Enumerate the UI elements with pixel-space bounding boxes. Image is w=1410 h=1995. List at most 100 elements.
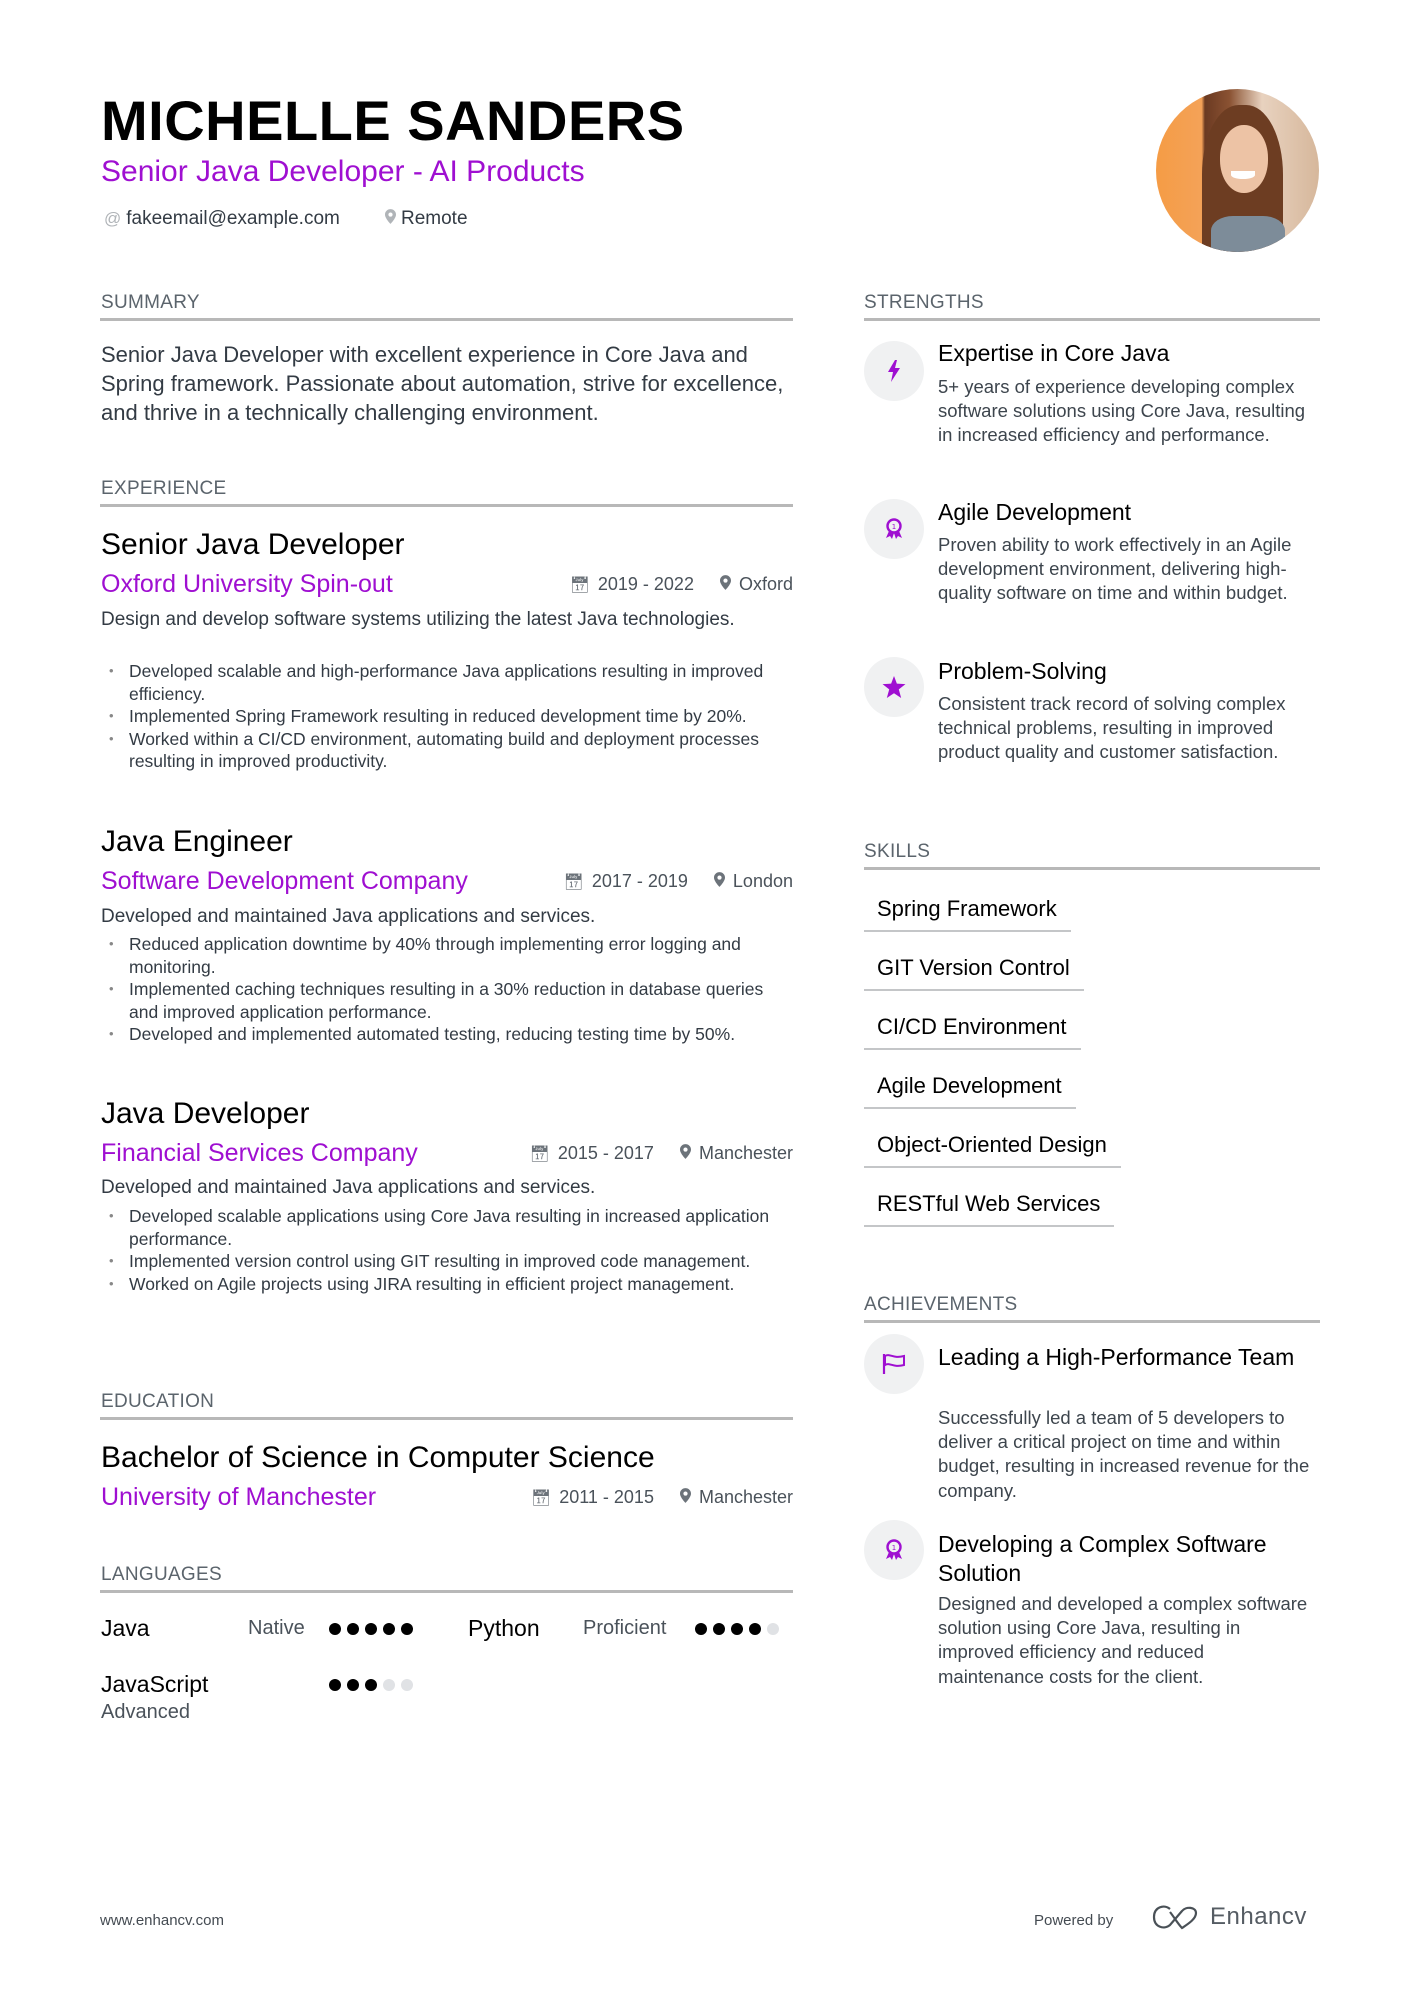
skill-tag: Object-Oriented Design: [864, 1132, 1121, 1168]
rating-dot-filled: [383, 1623, 395, 1635]
skill-tag: RESTful Web Services: [864, 1191, 1115, 1227]
languages-divider: [100, 1590, 793, 1593]
job-description: Design and develop software systems util…: [101, 609, 735, 630]
job-dates: 2015 - 2017: [557, 1143, 654, 1163]
achievements-heading: ACHIEVEMENTS: [864, 1294, 1018, 1315]
job-location: London: [732, 871, 793, 891]
enhancv-brand-text: Enhancv: [1210, 1903, 1307, 1930]
rating-dot-filled: [365, 1679, 377, 1691]
job-bullet: Developed and implemented automated test…: [101, 1023, 791, 1046]
achievement-description: Successfully led a team of 5 developers …: [938, 1407, 1310, 1501]
rating-dot-filled: [365, 1623, 377, 1635]
language-rating: [329, 1679, 413, 1691]
job-bullet: Implemented version control using GIT re…: [101, 1250, 791, 1273]
language-rating: [695, 1623, 779, 1635]
rating-dot-filled: [695, 1623, 707, 1635]
skill-tag: Spring Framework: [864, 896, 1071, 932]
education-dates: 2011 - 2015: [559, 1487, 654, 1507]
language-level: Native: [248, 1617, 305, 1639]
rating-dot-filled: [401, 1623, 413, 1635]
languages-heading: LANGUAGES: [101, 1564, 222, 1585]
enhancv-logo-icon: [1152, 1905, 1198, 1930]
rating-dot-filled: [731, 1623, 743, 1635]
rating-dot-filled: [347, 1679, 359, 1691]
rating-dot-empty: [767, 1623, 779, 1635]
strength-description: 5+ years of experience developing comple…: [938, 376, 1306, 446]
achievements-divider: [864, 1320, 1320, 1323]
location-text: Remote: [401, 208, 468, 229]
job-bullet: Reduced application downtime by 40% thro…: [101, 933, 791, 978]
job-bullets: Developed scalable applications using Co…: [101, 1205, 791, 1295]
email-text: fakeemail@example.com: [126, 208, 340, 229]
job-description: Developed and maintained Java applicatio…: [101, 906, 596, 927]
strength-description: Consistent track record of solving compl…: [938, 693, 1286, 763]
contact-location: Remote: [385, 208, 468, 230]
strengths-divider: [864, 318, 1320, 321]
language-name: JavaScript: [101, 1671, 209, 1697]
skill-tag: CI/CD Environment: [864, 1014, 1081, 1050]
language-level: Advanced: [101, 1701, 190, 1723]
job-bullet: Implemented Spring Framework resulting i…: [101, 705, 791, 728]
flag-icon: [864, 1334, 924, 1394]
website-link[interactable]: www.enhancv.com: [100, 1912, 224, 1929]
job-title: Senior Java Developer: [101, 528, 405, 561]
job-title: Java Engineer: [101, 825, 293, 858]
job-bullet: Developed scalable applications using Co…: [101, 1205, 791, 1250]
education-heading: EDUCATION: [101, 1391, 215, 1412]
job-bullets: Reduced application downtime by 40% thro…: [101, 933, 791, 1046]
map-pin-icon: [719, 574, 731, 595]
skill-tag: Agile Development: [864, 1073, 1076, 1109]
achievement-title: Leading a High-Performance Team: [938, 1344, 1295, 1370]
rating-dot-filled: [713, 1623, 725, 1635]
job-meta: 📅︎ 2015 - 2017 Manchester: [400, 1143, 793, 1164]
star-icon: [864, 657, 924, 717]
rating-dot-filled: [347, 1623, 359, 1635]
job-dates: 2019 - 2022: [597, 574, 694, 594]
lightning-bolt-icon: [864, 341, 924, 401]
job-bullets: Developed scalable and high-performance …: [101, 660, 791, 773]
job-meta: 📅︎ 2017 - 2019 London: [400, 871, 793, 892]
skills-heading: SKILLS: [864, 841, 931, 862]
language-level: Proficient: [583, 1617, 667, 1639]
achievement-description: Designed and developed a complex softwar…: [938, 1593, 1308, 1687]
rating-dot-empty: [383, 1679, 395, 1691]
job-location: Manchester: [698, 1143, 793, 1163]
school-name: University of Manchester: [101, 1483, 377, 1511]
education-divider: [100, 1417, 793, 1420]
language-rating: [329, 1623, 413, 1635]
language-name: Python: [468, 1615, 540, 1641]
achievement-title: Developing a Complex Software Solution: [938, 1531, 1267, 1586]
job-bullet: Implemented caching techniques resulting…: [101, 978, 791, 1023]
contact-email[interactable]: @ fakeemail@example.com: [104, 208, 340, 230]
enhancv-logo[interactable]: Enhancv: [1152, 1903, 1307, 1931]
svg-text:1: 1: [892, 1544, 896, 1552]
job-bullet: Worked within a CI/CD environment, autom…: [101, 728, 791, 773]
map-pin-icon: [679, 1143, 691, 1164]
strengths-heading: STRENGTHS: [864, 292, 984, 313]
job-bullet: Worked on Agile projects using JIRA resu…: [101, 1273, 791, 1296]
strength-title: Agile Development: [938, 499, 1132, 525]
skill-tag: GIT Version Control: [864, 955, 1084, 991]
calendar-icon: 📅︎: [569, 576, 590, 594]
strength-title: Problem-Solving: [938, 658, 1107, 684]
education-location: Manchester: [698, 1487, 793, 1507]
calendar-icon: 📅︎: [530, 1489, 552, 1507]
job-meta: 📅︎ 2019 - 2022 Oxford: [400, 574, 793, 595]
summary-divider: [100, 318, 793, 321]
map-pin-icon: [713, 871, 725, 892]
at-icon: @: [104, 209, 122, 228]
rating-dot-empty: [401, 1679, 413, 1691]
candidate-title: Senior Java Developer - AI Products: [101, 155, 585, 188]
degree-title: Bachelor of Science in Computer Science: [101, 1441, 655, 1474]
job-description: Developed and maintained Java applicatio…: [101, 1177, 596, 1198]
rating-dot-filled: [329, 1679, 341, 1691]
candidate-name: MICHELLE SANDERS: [101, 89, 685, 152]
powered-by-label: Powered by: [1034, 1912, 1114, 1929]
language-name: Java: [101, 1615, 150, 1641]
experience-heading: EXPERIENCE: [101, 478, 227, 499]
rating-dot-filled: [329, 1623, 341, 1635]
rating-dot-filled: [749, 1623, 761, 1635]
svg-text:1: 1: [892, 523, 896, 531]
strength-title: Expertise in Core Java: [938, 340, 1170, 366]
award-ribbon-icon: 1: [864, 499, 924, 559]
